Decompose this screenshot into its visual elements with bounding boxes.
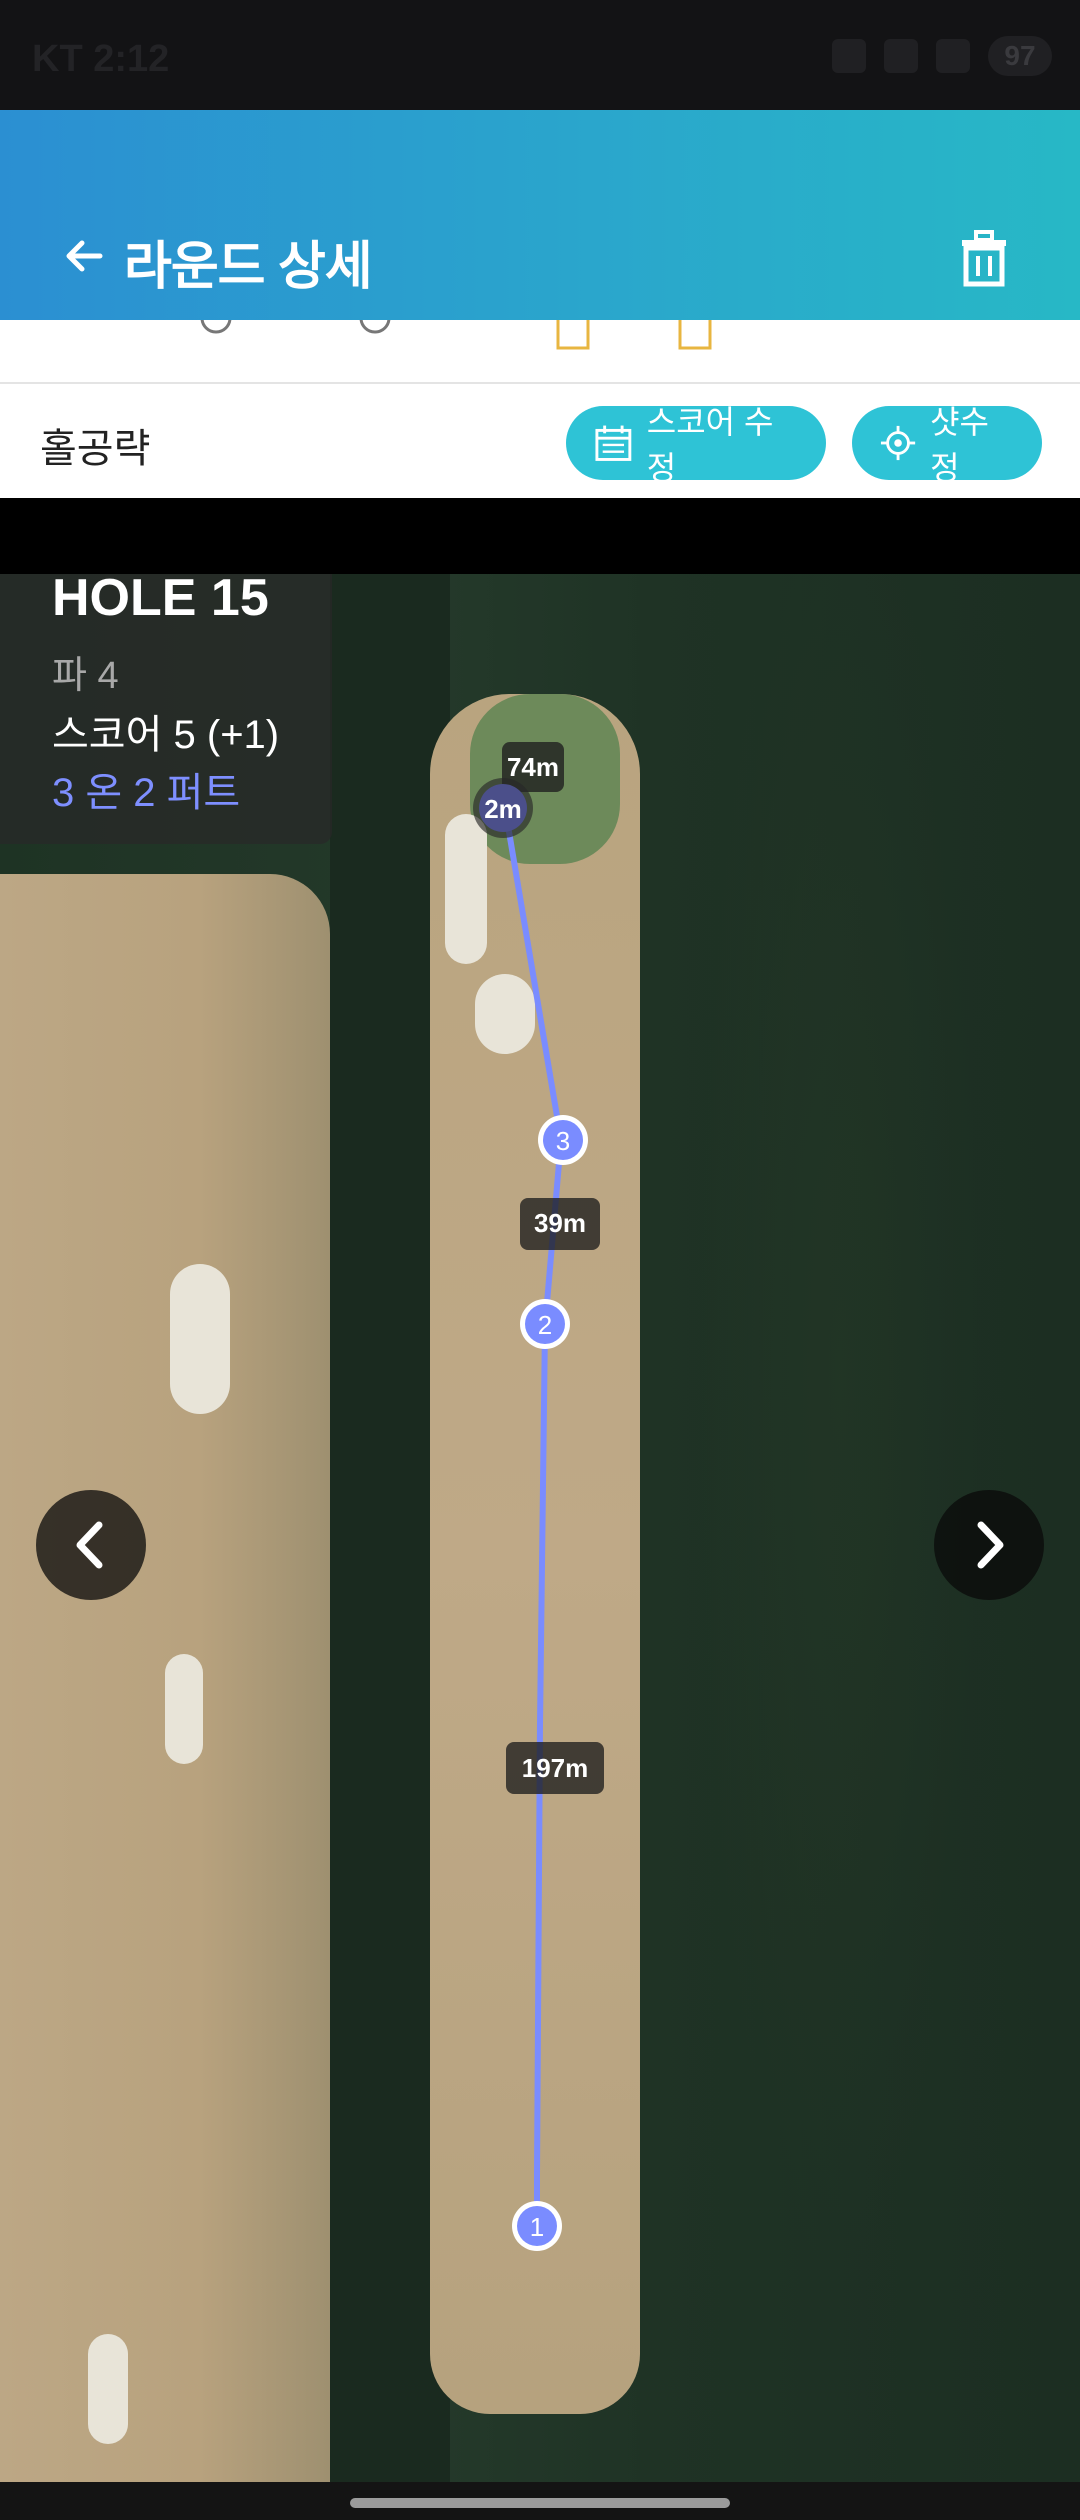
shot-marker[interactable]: 2 — [520, 1299, 570, 1349]
system-nav-bar — [0, 2482, 1080, 2520]
svg-text:197m: 197m — [522, 1753, 589, 1783]
chevron-right-icon — [977, 1521, 1004, 1569]
svg-text:2m: 2m — [484, 794, 522, 824]
score-edit-button[interactable]: 스코어 수정 — [566, 404, 826, 486]
signal-icon — [936, 39, 970, 73]
status-time: KT 2:12 — [32, 38, 170, 80]
previous-hole-button[interactable] — [36, 1490, 146, 1600]
hole-putts: 3 온 2 퍼트 — [52, 771, 241, 815]
shot-edit-button[interactable]: 샷수정 — [852, 404, 1042, 486]
distance-label: 197m — [506, 1742, 604, 1794]
svg-text:74m: 74m — [507, 752, 559, 782]
distance-label: 39m — [520, 1198, 600, 1250]
hole-title: HOLE 15 — [52, 569, 269, 627]
shot-marker[interactable]: 1 — [512, 2201, 562, 2251]
svg-text:39m: 39m — [534, 1208, 586, 1238]
trash-icon[interactable] — [956, 228, 1012, 288]
section-label: 홀공략 — [40, 427, 151, 471]
svg-text:2: 2 — [538, 1310, 552, 1340]
svg-text:1: 1 — [530, 2212, 544, 2242]
legend-strip — [0, 320, 1080, 382]
hole-info-panel: HOLE 15 파 4 스코어 5 (+1) 3 온 2 퍼트 — [0, 569, 332, 844]
score-edit-label: 스코어 수정 — [646, 404, 774, 486]
chevron-left-icon — [76, 1521, 103, 1569]
app-bar: 라운드 상세 — [0, 110, 1080, 320]
map-top-band — [0, 498, 1080, 574]
arrow-left-icon[interactable] — [60, 232, 108, 280]
calendar-icon — [595, 425, 632, 461]
svg-text:3: 3 — [556, 1126, 570, 1156]
hole-par: 파 4 — [52, 655, 119, 697]
shot-edit-label: 샷수정 — [930, 404, 989, 486]
next-hole-button[interactable] — [934, 1490, 1044, 1600]
shot-marker[interactable]: 3 — [538, 1115, 588, 1165]
hole-toolbar: 홀공략 스코어 수정 샷수정 — [0, 382, 1080, 500]
wifi-icon — [884, 39, 918, 73]
status-icons: 97 — [832, 36, 1052, 76]
shot-overlay: 74m 39m 197m 2m 3 2 1 — [473, 742, 604, 2251]
crosshair-icon — [880, 425, 916, 461]
home-indicator[interactable] — [350, 2498, 730, 2508]
legend-fragments — [200, 320, 712, 350]
status-bar: KT 2:12 97 — [0, 0, 1080, 110]
page-title: 라운드 상세 — [124, 238, 373, 296]
green-distance-marker[interactable]: 2m — [473, 778, 533, 838]
shot-path — [502, 805, 564, 2229]
battery-icon: 97 — [988, 36, 1052, 76]
mute-icon — [832, 39, 866, 73]
hole-score: 스코어 5 (+1) — [52, 713, 280, 757]
